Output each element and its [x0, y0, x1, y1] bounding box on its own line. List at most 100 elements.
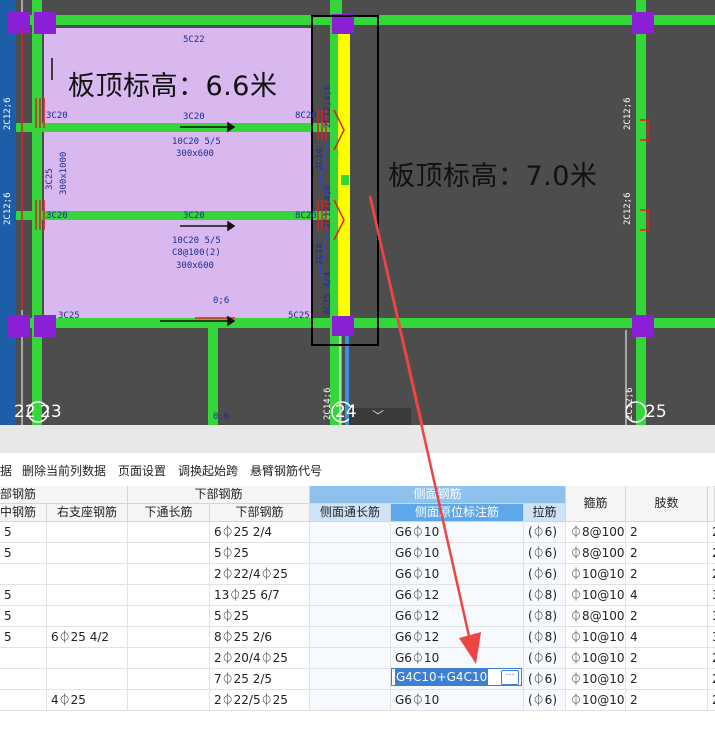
table-cell-c6[interactable]: (⏀6): [524, 543, 566, 564]
table-cell-c5[interactable]: G6⏀12: [391, 585, 524, 606]
table-cell-c5[interactable]: G6⏀10: [391, 543, 524, 564]
table-cell-c2[interactable]: [128, 690, 210, 711]
header-right-support-rebar[interactable]: 右支座钢筋: [47, 504, 128, 522]
table-cell-c2[interactable]: [128, 627, 210, 648]
header-bottom-rebar[interactable]: 下部钢筋: [210, 504, 310, 522]
table-cell-c3[interactable]: 7⏀25 2/5: [210, 669, 310, 690]
table-cell-c6[interactable]: (⏀6): [524, 564, 566, 585]
table-cell-c6[interactable]: (⏀6): [524, 669, 566, 690]
table-cell-c4[interactable]: [310, 627, 391, 648]
table-cell-c3[interactable]: 2⏀20/4⏀25: [210, 648, 310, 669]
table-cell-c9[interactable]: 2: [708, 669, 715, 690]
table-cell-c8[interactable]: 4: [626, 627, 708, 648]
table-cell-c6[interactable]: (⏀8): [524, 585, 566, 606]
table-cell-c9[interactable]: 2: [708, 564, 715, 585]
table-cell-c9[interactable]: 2: [708, 543, 715, 564]
table-cell-c1[interactable]: [47, 522, 128, 543]
cell-editor-text[interactable]: G4C10+G4C10: [395, 669, 489, 685]
table-cell-c1[interactable]: [47, 669, 128, 690]
table-cell-c9[interactable]: 2: [708, 648, 715, 669]
delete-column-data-button[interactable]: 删除当前列数据: [22, 462, 106, 479]
table-cell-c0[interactable]: [0, 690, 47, 711]
table-cell-c4[interactable]: [310, 564, 391, 585]
table-cell-c7[interactable]: ⏀10@10: [566, 648, 626, 669]
cantilever-rebar-code-button[interactable]: 悬臂钢筋代号: [250, 462, 322, 479]
table-cell-c1[interactable]: [47, 543, 128, 564]
table-cell-c9[interactable]: 3: [708, 627, 715, 648]
table-cell-c7[interactable]: ⏀10@10: [566, 564, 626, 585]
table-cell-c5[interactable]: G6⏀10: [391, 522, 524, 543]
table-cell-c3[interactable]: 13⏀25 6/7: [210, 585, 310, 606]
table-cell-c5[interactable]: G6⏀10: [391, 564, 524, 585]
table-cell-c9[interactable]: 2: [708, 690, 715, 711]
table-cell-c8[interactable]: 2: [626, 543, 708, 564]
table-cell-c9[interactable]: 2: [708, 522, 715, 543]
panel-splitter[interactable]: [0, 425, 715, 453]
table-cell-c3[interactable]: 6⏀25 2/4: [210, 522, 310, 543]
table-cell-c7[interactable]: ⏀10@10: [566, 585, 626, 606]
table-cell-c0[interactable]: [0, 669, 47, 690]
header-bottom-continuous[interactable]: 下通长筋: [128, 504, 210, 522]
table-cell-c2[interactable]: [128, 669, 210, 690]
header-stirrup[interactable]: 箍筋: [566, 486, 626, 522]
swap-start-span-button[interactable]: 调换起始跨: [178, 462, 238, 479]
table-cell-c3[interactable]: 8⏀25 2/6: [210, 627, 310, 648]
table-cell-c4[interactable]: [310, 669, 391, 690]
header-middle-rebar[interactable]: 中钢筋: [0, 504, 47, 522]
table-cell-c4[interactable]: [310, 585, 391, 606]
table-cell-c8[interactable]: 2: [626, 648, 708, 669]
table-cell-c1[interactable]: [47, 606, 128, 627]
table-cell-c8[interactable]: 4: [626, 585, 708, 606]
table-cell-c3[interactable]: 5⏀25: [210, 543, 310, 564]
table-cell-c5[interactable]: G6⏀12: [391, 606, 524, 627]
table-cell-c9[interactable]: 3: [708, 585, 715, 606]
table-cell-c1[interactable]: [47, 585, 128, 606]
table-cell-c4[interactable]: [310, 543, 391, 564]
table-cell-c2[interactable]: [128, 648, 210, 669]
header-tie-bar[interactable]: 拉筋: [524, 504, 566, 522]
table-cell-c0[interactable]: 5: [0, 543, 47, 564]
table-cell-c0[interactable]: 5: [0, 522, 47, 543]
table-cell-c6[interactable]: (⏀8): [524, 606, 566, 627]
table-cell-c6[interactable]: (⏀8): [524, 627, 566, 648]
table-cell-c2[interactable]: [128, 543, 210, 564]
table-cell-c2[interactable]: [128, 606, 210, 627]
cell-editor[interactable]: G4C10+G4C10 ···: [391, 668, 522, 686]
table-cell-c7[interactable]: ⏀8@100(: [566, 606, 626, 627]
table-cell-c6[interactable]: (⏀6): [524, 522, 566, 543]
ellipsis-button[interactable]: ···: [501, 670, 519, 685]
table-cell-c7[interactable]: ⏀8@100(: [566, 522, 626, 543]
table-cell-c7[interactable]: ⏀10@10: [566, 669, 626, 690]
header-side-continuous[interactable]: 侧面通长筋: [310, 504, 391, 522]
table-cell-c5[interactable]: G6⏀10: [391, 690, 524, 711]
table-cell-c1[interactable]: [47, 564, 128, 585]
table-cell-c6[interactable]: (⏀6): [524, 690, 566, 711]
page-setup-button[interactable]: 页面设置: [118, 462, 166, 479]
table-cell-c8[interactable]: 2: [626, 522, 708, 543]
table-cell-c8[interactable]: 2: [626, 564, 708, 585]
table-cell-c8[interactable]: 2: [626, 606, 708, 627]
table-cell-c4[interactable]: [310, 606, 391, 627]
table-cell-c2[interactable]: [128, 564, 210, 585]
header-side-in-situ[interactable]: 侧面原位标注筋: [391, 504, 524, 522]
toolbar-item-partial[interactable]: 据: [0, 462, 12, 479]
collapse-panel-icon[interactable]: ﹀: [372, 407, 384, 424]
table-cell-c1[interactable]: 6⏀25 4/2: [47, 627, 128, 648]
table-cell-c2[interactable]: [128, 585, 210, 606]
table-cell-c6[interactable]: (⏀6): [524, 648, 566, 669]
table-cell-c2[interactable]: [128, 522, 210, 543]
table-cell-c0[interactable]: [0, 564, 47, 585]
table-cell-c3[interactable]: 5⏀25: [210, 606, 310, 627]
cad-drawing-canvas[interactable]: 5C22 3C20 10C20 5/5 300x600 3C20 10C20 5…: [0, 0, 715, 425]
table-cell-c4[interactable]: [310, 690, 391, 711]
table-cell-c0[interactable]: [0, 648, 47, 669]
table-cell-c1[interactable]: [47, 648, 128, 669]
table-cell-c8[interactable]: 2: [626, 690, 708, 711]
table-cell-c0[interactable]: 5: [0, 585, 47, 606]
table-cell-c5[interactable]: G6⏀12: [391, 627, 524, 648]
table-cell-c9[interactable]: 3: [708, 606, 715, 627]
table-cell-c1[interactable]: 4⏀25: [47, 690, 128, 711]
table-cell-c7[interactable]: ⏀10@10: [566, 627, 626, 648]
table-cell-c7[interactable]: ⏀10@10: [566, 690, 626, 711]
table-cell-c4[interactable]: [310, 522, 391, 543]
